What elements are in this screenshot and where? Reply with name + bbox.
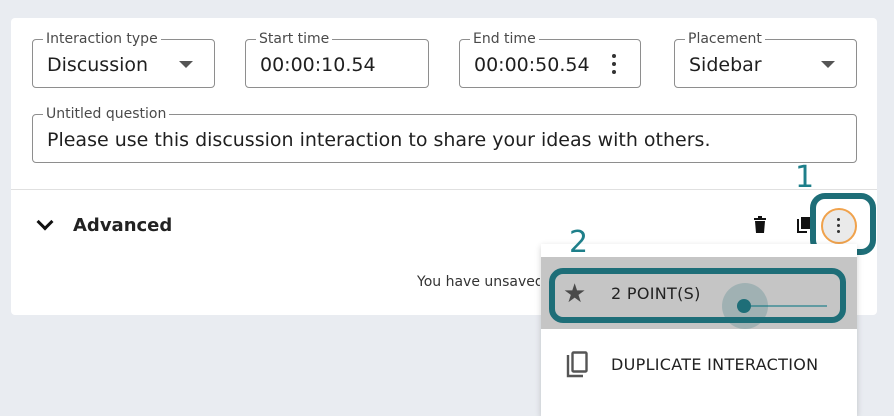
end-time-field[interactable]: End time 00:00:50.54: [459, 31, 641, 88]
advanced-toggle[interactable]: Advanced: [35, 213, 172, 237]
menu-item-duplicate[interactable]: DUPLICATE INTERACTION: [541, 329, 857, 399]
question-field[interactable]: Untitled question Please use this discus…: [32, 106, 857, 163]
end-time-label: End time: [470, 31, 539, 47]
highlight-box-2: [549, 268, 846, 323]
step-number-1: 1: [795, 160, 815, 195]
advanced-label: Advanced: [73, 214, 173, 236]
start-time-value: 00:00:10.54: [260, 54, 376, 76]
copy-icon: [566, 351, 588, 378]
placement-label: Placement: [685, 31, 765, 47]
placement-value: Sidebar: [689, 54, 762, 76]
delete-icon[interactable]: [753, 216, 767, 234]
start-time-field[interactable]: Start time 00:00:10.54: [245, 31, 429, 88]
question-value: Please use this discussion interaction t…: [47, 129, 711, 151]
dropdown-arrow-icon: [179, 61, 193, 68]
dropdown-arrow-icon: [821, 61, 835, 68]
end-time-value: 00:00:50.54: [474, 54, 590, 76]
end-time-more-icon[interactable]: [612, 54, 616, 74]
divider: [11, 189, 877, 190]
interaction-type-label: Interaction type: [43, 31, 161, 47]
placement-select[interactable]: Placement Sidebar: [674, 31, 857, 88]
interaction-type-value: Discussion: [47, 54, 149, 76]
duplicate-interaction-label: DUPLICATE INTERACTION: [611, 355, 819, 374]
start-time-label: Start time: [256, 31, 333, 47]
interaction-type-select[interactable]: Interaction type Discussion: [32, 31, 215, 88]
step-number-2: 2: [569, 225, 589, 260]
chevron-down-icon: [36, 213, 54, 231]
unsaved-changes-text: You have unsaved changes: [417, 274, 540, 290]
question-label: Untitled question: [43, 106, 170, 122]
